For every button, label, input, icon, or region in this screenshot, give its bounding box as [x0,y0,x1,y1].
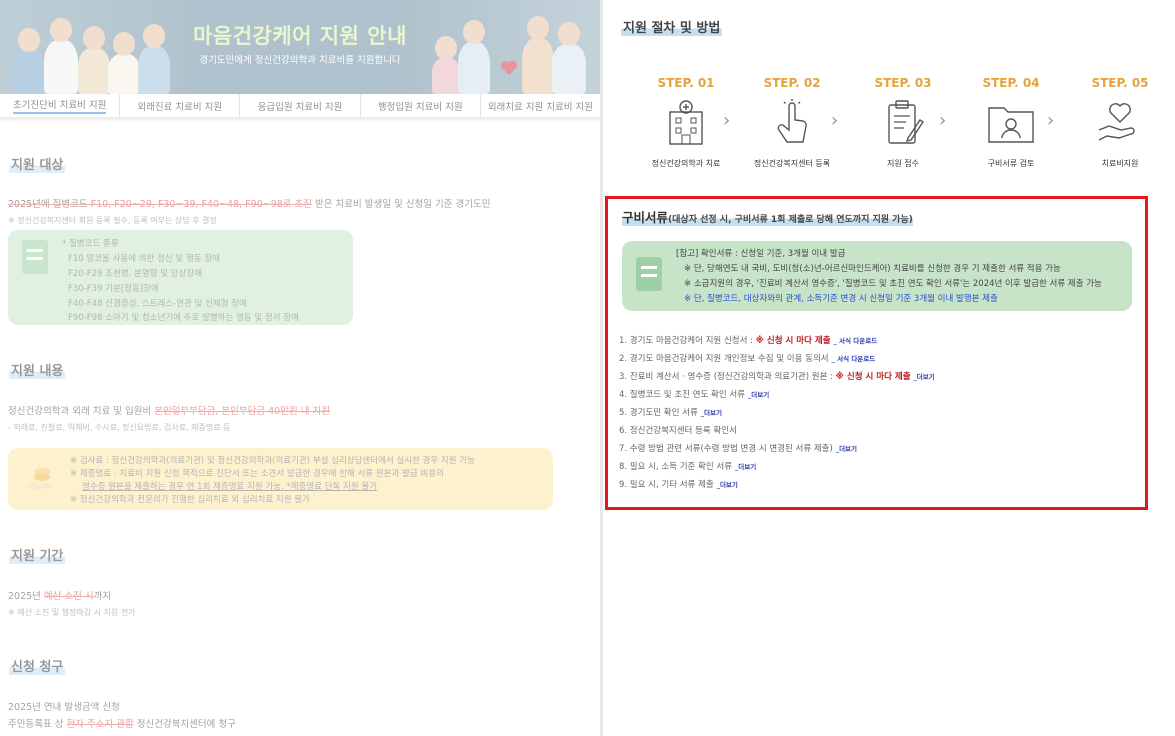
code-item: F10 알코올 사용에 의한 정신 및 행동 장애 [68,254,220,264]
documents-title: 구비서류(대상자 선정 시, 구비서류 1회 제출로 당해 연도까지 지원 가능… [622,207,913,226]
list-item: 5. 경기도민 확인 서류 _더보기 [619,408,722,418]
chevron-right-icon: › [939,110,947,131]
document-icon [636,257,662,291]
notice-line: 영수증 원본을 제출하는 경우 연 1회 제증명료 지원 가능. *제증명료 단… [82,482,378,492]
content-description: 정신건강의학과 외래 치료 및 입원비 본인일부부담금, 본인부담금 40만원 … [8,406,330,417]
support-tabs: 초기진단비 치료비 지원 외래진료 치료비 지원 응급입원 치료비 지원 행정입… [0,94,600,118]
section-title-period: 지원 기간 [9,545,66,564]
content-note: - 외래료, 진찰료, 약제비, 수사료, 정신요법료, 검사료, 제증명료 등 [8,423,231,432]
notice-line: ※ 정신건강의학과 전문의가 진행한 심리치료 외 심리치료 지원 불가 [70,495,310,505]
list-item: 3. 진료비 계산서 · 영수증 (정신건강의학과 의료기관) 원본 : ※ 신… [619,372,935,382]
target-description: 2025년에 질병코드 F10, F20~29, F30~39, F40~48,… [8,199,491,210]
tap-hand-icon [777,99,807,143]
more-link[interactable]: _더보기 [717,481,738,489]
codes-heading: * 질병코드 종류 [62,239,119,249]
notice-line: ※ 검사료 : 정신건강의학과(의료기관) 및 정신건강의학과(의료기관) 부설… [70,456,475,466]
chevron-right-icon: › [723,110,731,131]
section-title-target: 지원 대상 [9,154,66,173]
more-link[interactable]: _더보기 [914,373,935,381]
list-item: 8. 필요 시, 소득 기준 확인 서류 _더보기 [619,462,757,472]
code-item: F30-F39 기분[정동]장애 [68,284,159,294]
apply-line-2: 주민등록표 상 환자 주소지 관할 정신건강복지센터에 청구 [8,719,236,730]
document-icon [22,240,48,274]
banner-subtitle: 경기도민에게 정신건강의학과 치료비를 지원합니다 [199,55,401,66]
clipboard-pen-icon [888,100,924,144]
list-item: 1. 경기도 마음건강케어 지원 신청서 : ※ 신청 시 마다 제출 _ 서식 … [619,336,878,346]
documents-note-box: [참고] 확인서류 : 신청일 기준, 3개월 이내 발급 ※ 단, 당해연도 … [622,241,1132,311]
section-title-apply: 신청 청구 [9,656,66,675]
note-line: ※ 단, 당해연도 내 국비, 도비(청(소)년-어르신마인드케어) 치료비를 … [684,264,1061,274]
code-item: F20-F29 조현병, 분열형 및 망상장애 [68,269,203,279]
banner-title: 마음건강케어 지원 안내 [193,24,407,48]
documents-list: 1. 경기도 마음건강케어 지원 신청서 : ※ 신청 시 마다 제출 _ 서식 … [619,334,935,496]
coins-hand-icon [25,468,52,490]
notice-line: ※ 제증명료 : 치료비 지원 신청 목적으로 진단서 또는 소견서 발급한 경… [70,469,444,479]
tab-outpatient[interactable]: 외래진료 치료비 지원 [120,94,241,117]
hospital-icon [669,100,703,145]
section-title-content: 지원 내용 [9,360,66,379]
apply-line-1: 2025년 연내 발생금액 신청 [8,702,120,713]
tab-initial-diagnosis[interactable]: 초기진단비 치료비 지원 [0,94,121,117]
tab-administrative-admission[interactable]: 행정입원 치료비 지원 [361,94,481,117]
id-folder-icon [988,107,1034,143]
period-description: 2025년 예산 소진 시까지 [8,591,112,602]
required-documents-box: 구비서류(대상자 선정 시, 구비서류 1회 제출로 당해 연도까지 지원 가능… [605,196,1148,510]
note-line: [참고] 확인서류 : 신청일 기준, 3개월 이내 발급 [676,249,846,259]
note-line: ※ 단, 질병코드, 대상자와의 관계, 소득기준 변경 시 신청일 기준 3개… [684,294,998,304]
tab-emergency-admission[interactable]: 응급입원 치료비 지원 [240,94,361,117]
procedure-title: 지원 절차 및 방법 [621,17,723,36]
list-item: 6. 정신건강복지센터 등록 확인서 [619,426,737,436]
list-item: 4. 질병코드 및 초진 연도 확인 서류 _더보기 [619,390,770,400]
hand-heart-icon [1098,103,1135,141]
right-panel: 지원 절차 및 방법 STEP. 01 정신건강의학과 치료 › STEP. 0… [603,0,1175,736]
content-notice-box: ※ 검사료 : 정신건강의학과(의료기관) 및 정신건강의학과(의료기관) 부설… [8,448,553,510]
list-item: 2. 경기도 마음건강케어 지원 개인정보 수집 및 이용 동의서 _ 서식 다운… [619,354,876,364]
hero-banner: 마음건강케어 지원 안내 경기도민에게 정신건강의학과 치료비를 지원합니다 [0,0,600,94]
disease-codes-box: * 질병코드 종류 F10 알코올 사용에 의한 정신 및 행동 장애 F20-… [8,230,353,325]
more-link[interactable]: _더보기 [735,463,756,471]
left-panel: 마음건강케어 지원 안내 경기도민에게 정신건강의학과 치료비를 지원합니다 초… [0,0,600,736]
step-5: STEP. 05 치료비지원 [1091,76,1149,168]
form-download-link[interactable]: _ 서식 다운로드 [832,355,876,363]
period-note: ※ 예산 소진 및 행정마감 시 지원 전가 [8,608,136,617]
target-note: ※ 정신건강복지센터 회원 등록 필수, 등록 여부는 상담 후 결정 [8,216,217,225]
more-link[interactable]: _더보기 [836,445,857,453]
chevron-right-icon: › [1047,110,1055,131]
tab-outpatient-treatment-order[interactable]: 외래치료 지원 치료비 지원 [481,94,600,117]
more-link[interactable]: _더보기 [701,409,722,417]
note-line: ※ 소급지원의 경우, '진료비 계산서 영수증', '질병코드 및 초진 연도… [684,279,1102,289]
more-link[interactable]: _더보기 [748,391,769,399]
list-item: 9. 필요 시, 기타 서류 제출 _더보기 [619,480,738,490]
documents-subtitle: (대상자 선정 시, 구비서류 1회 제출로 당해 연도까지 지원 가능) [668,215,913,225]
code-item: F40-F48 신경증성, 스트레스-연관 및 신체형 장애 [68,299,247,309]
chevron-right-icon: › [831,110,839,131]
list-item: 7. 수령 방법 관련 서류(수령 방법 변경 시 변경된 서류 제출) _더보기 [619,444,858,454]
code-item: F90-F98 소아기 및 청소년기에 주로 발병하는 행동 및 정서 장애 [68,313,299,323]
form-download-link[interactable]: _ 서식 다운로드 [834,337,878,345]
